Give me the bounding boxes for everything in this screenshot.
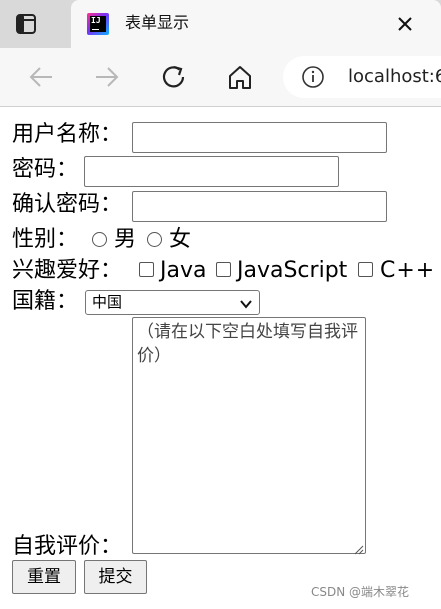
form-page: 用户名称： 密码： 确认密码： 性别： 男 女 兴趣爱好： Java JavaS… — [0, 107, 441, 609]
username-input[interactable] — [132, 122, 387, 153]
hobby-checkbox-javascript[interactable] — [216, 262, 231, 277]
submit-button[interactable]: 提交 — [84, 560, 147, 594]
gender-radio-male[interactable] — [92, 232, 107, 247]
hobby-option-javascript-label: JavaScript — [237, 258, 348, 283]
reset-button[interactable]: 重置 — [12, 560, 76, 594]
confirm-password-label: 确认密码： — [12, 192, 123, 217]
reload-icon[interactable] — [159, 62, 189, 92]
browser-tab-bar: IJ 表单显示 — [0, 0, 441, 48]
chevron-down-icon — [239, 296, 253, 310]
self-evaluation-label: 自我评价： — [12, 534, 123, 559]
site-info-icon[interactable] — [301, 65, 325, 89]
hobby-option-java-label: Java — [160, 258, 207, 283]
close-tab-icon[interactable] — [393, 12, 417, 36]
tab-title: 表单显示 — [125, 13, 190, 32]
confirm-password-input[interactable] — [132, 191, 387, 222]
self-evaluation-text: （请在以下空白处填写自我评价） — [137, 322, 358, 366]
intellij-favicon-icon: IJ — [87, 13, 109, 35]
gender-option-female-label: 女 — [169, 227, 192, 252]
back-arrow-icon[interactable] — [26, 62, 56, 92]
nationality-label: 国籍： — [12, 289, 79, 314]
nationality-selected-value: 中国 — [92, 293, 123, 311]
nationality-select[interactable]: 中国 — [85, 290, 260, 315]
tab-actions-icon[interactable] — [14, 12, 38, 36]
gender-radio-female[interactable] — [147, 232, 162, 247]
password-label: 密码： — [12, 157, 79, 182]
gender-option-male-label: 男 — [114, 227, 137, 252]
hobby-label: 兴趣爱好： — [12, 258, 123, 283]
browser-tab[interactable]: IJ 表单显示 — [71, 0, 441, 48]
home-icon[interactable] — [225, 62, 255, 92]
hobby-checkbox-java[interactable] — [139, 262, 154, 277]
address-bar[interactable]: localhost:6 — [283, 56, 441, 98]
forward-arrow-icon[interactable] — [92, 62, 122, 92]
address-url[interactable]: localhost:6 — [348, 65, 441, 89]
watermark-text: CSDN @端木翠花 — [311, 585, 410, 599]
username-label: 用户名称： — [12, 122, 123, 147]
self-evaluation-textarea[interactable]: （请在以下空白处填写自我评价） — [132, 317, 366, 555]
hobby-checkbox-cpp[interactable] — [358, 262, 373, 277]
gender-label: 性别： — [12, 227, 79, 252]
browser-toolbar: localhost:6 — [0, 48, 441, 107]
hobby-option-cpp-label: C++ — [380, 258, 436, 283]
password-input[interactable] — [84, 156, 339, 187]
resize-handle-icon[interactable] — [352, 540, 364, 555]
